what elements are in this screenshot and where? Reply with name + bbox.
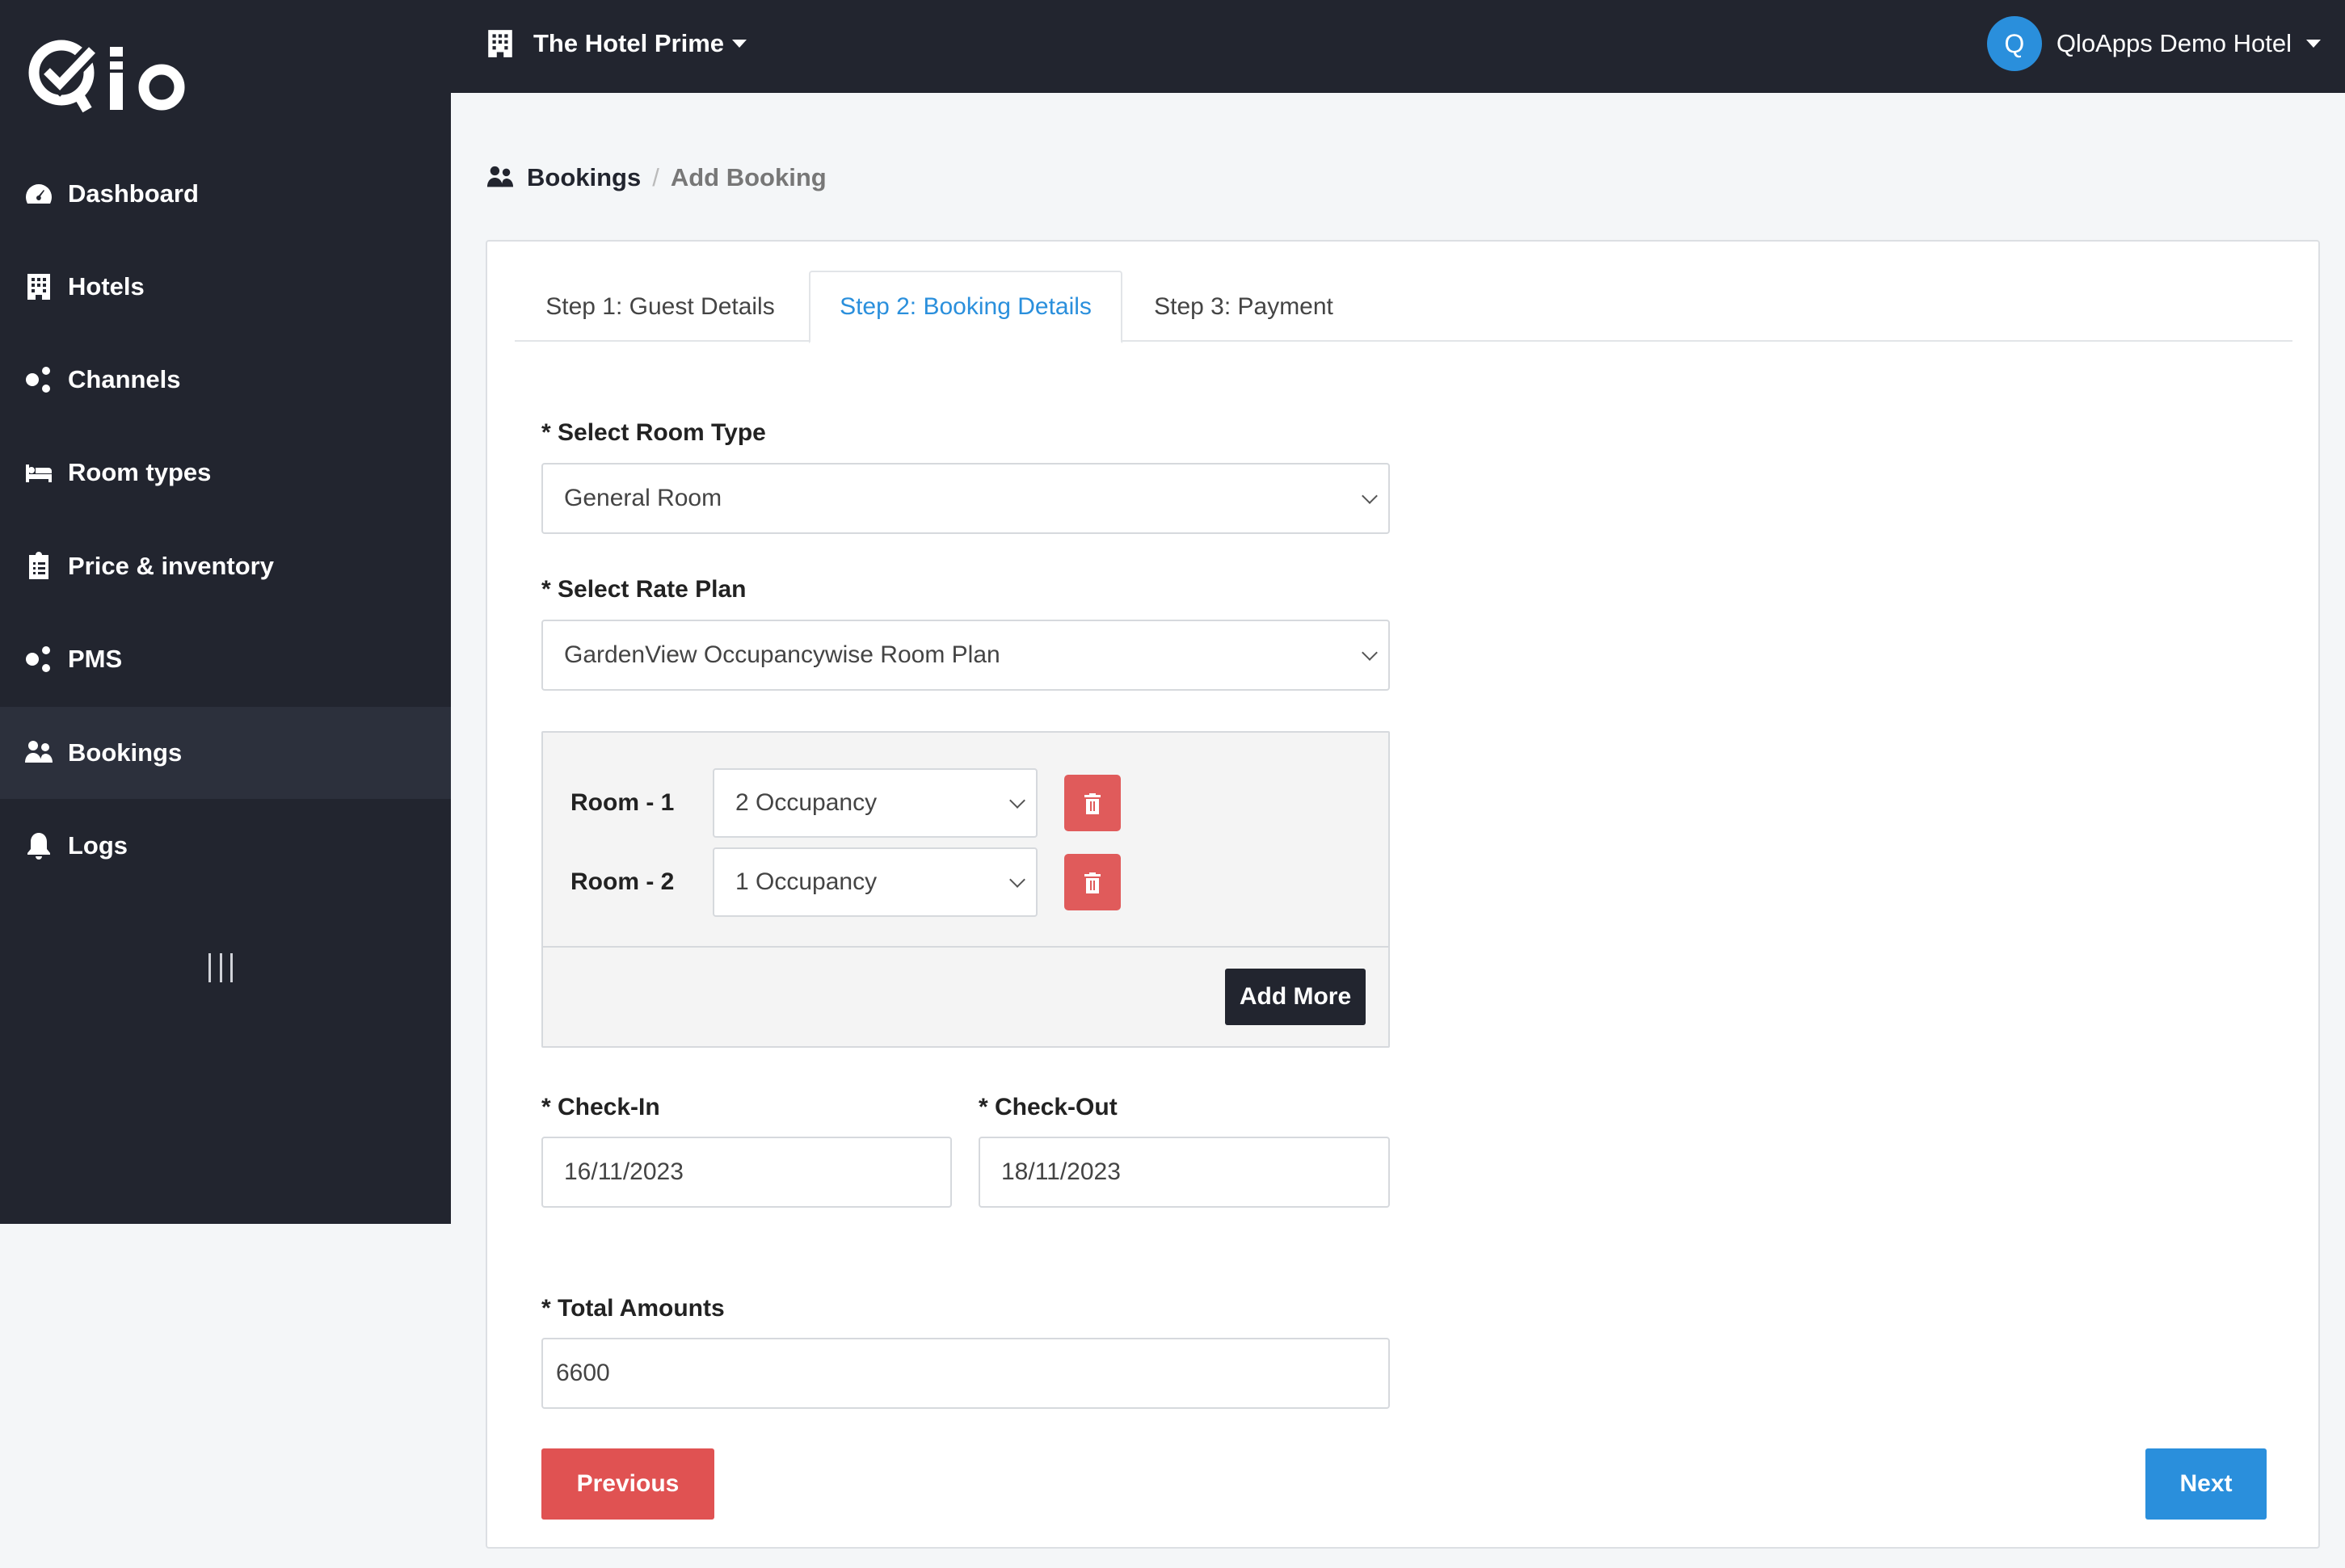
room-type-select[interactable]: General Room bbox=[541, 463, 1390, 534]
check-in-value: 16/11/2023 bbox=[564, 1158, 684, 1185]
room-2-label: Room - 2 bbox=[570, 868, 675, 895]
breadcrumb-current: Add Booking bbox=[670, 163, 827, 191]
room-1-occupancy-select[interactable]: 2 Occupancy bbox=[713, 768, 1038, 838]
clipboard-list-icon bbox=[23, 550, 55, 582]
sidebar-item-dashboard[interactable]: Dashboard bbox=[0, 148, 451, 240]
trash-icon bbox=[1084, 793, 1101, 814]
avatar: Q bbox=[1986, 16, 2042, 71]
rooms-panel: Room - 1 2 Occupancy Room - 2 1 Occupanc… bbox=[541, 731, 1390, 1048]
chevron-down-icon bbox=[1362, 488, 1378, 504]
room-1-occupancy-value: 2 Occupancy bbox=[735, 789, 878, 816]
room-type-value: General Room bbox=[564, 485, 722, 511]
sidebar-item-label: Room types bbox=[68, 458, 212, 486]
check-out-value: 18/11/2023 bbox=[1001, 1158, 1121, 1185]
pms-dots-icon bbox=[23, 643, 55, 675]
room-2-occupancy-select[interactable]: 1 Occupancy bbox=[713, 847, 1038, 917]
sidebar-item-label: Logs bbox=[68, 831, 128, 860]
chevron-down-icon bbox=[1362, 645, 1378, 661]
sidebar-item-label: PMS bbox=[68, 645, 123, 673]
sidebar-item-price-inventory[interactable]: Price & inventory bbox=[0, 520, 451, 612]
bell-icon bbox=[23, 830, 55, 862]
sidebar: Dashboard Hotels Channels Room types Pri… bbox=[0, 0, 451, 1224]
total-amount-label: * Total Amounts bbox=[541, 1295, 725, 1322]
bed-icon bbox=[23, 456, 55, 489]
user-name: QloApps Demo Hotel bbox=[2056, 29, 2292, 57]
breadcrumb: Bookings / Add Booking bbox=[485, 158, 827, 198]
sidebar-item-room-types[interactable]: Room types bbox=[0, 427, 451, 519]
room-1-label: Room - 1 bbox=[570, 789, 675, 816]
sidebar-item-hotels[interactable]: Hotels bbox=[0, 241, 451, 333]
hotel-name: The Hotel Prime bbox=[533, 29, 724, 57]
user-menu[interactable]: Q QloApps Demo Hotel bbox=[1986, 16, 2321, 71]
divider bbox=[543, 946, 1388, 948]
collapse-bars-icon[interactable] bbox=[208, 953, 233, 982]
hotel-switcher[interactable]: The Hotel Prime bbox=[485, 21, 747, 66]
breadcrumb-separator: / bbox=[652, 163, 659, 191]
room-2-occupancy-value: 1 Occupancy bbox=[735, 868, 878, 895]
room-2-delete-button[interactable] bbox=[1064, 854, 1121, 910]
room-1-delete-button[interactable] bbox=[1064, 775, 1121, 831]
sidebar-item-pms[interactable]: PMS bbox=[0, 613, 451, 705]
rate-plan-label: * Select Rate Plan bbox=[541, 576, 747, 603]
rate-plan-value: GardenView Occupancywise Room Plan bbox=[564, 641, 1000, 668]
channels-dots-icon bbox=[23, 364, 55, 396]
users-icon bbox=[486, 166, 514, 187]
sidebar-item-label: Channels bbox=[68, 365, 181, 393]
building-icon bbox=[23, 271, 55, 303]
sidebar-item-logs[interactable]: Logs bbox=[0, 800, 451, 892]
next-button[interactable]: Next bbox=[2145, 1448, 2267, 1520]
sidebar-item-label: Bookings bbox=[68, 738, 183, 767]
breadcrumb-bookings-link[interactable]: Bookings bbox=[527, 163, 641, 192]
total-amount-field[interactable]: 6600 bbox=[541, 1338, 1390, 1409]
chevron-down-icon bbox=[1009, 872, 1025, 888]
dashboard-gauge-icon bbox=[23, 178, 55, 210]
tab-guest-details[interactable]: Step 1: Guest Details bbox=[515, 271, 806, 343]
add-more-button[interactable]: Add More bbox=[1225, 969, 1366, 1025]
sidebar-item-label: Hotels bbox=[68, 272, 145, 301]
caret-down-icon bbox=[2306, 40, 2321, 48]
qlo-logo[interactable] bbox=[23, 29, 200, 118]
sidebar-item-channels[interactable]: Channels bbox=[0, 334, 451, 426]
check-in-field[interactable]: 16/11/2023 bbox=[541, 1137, 952, 1208]
chevron-down-icon bbox=[1009, 792, 1025, 809]
total-amount-value: 6600 bbox=[556, 1360, 610, 1386]
building-icon bbox=[488, 30, 512, 57]
caret-down-icon bbox=[732, 40, 747, 48]
room-type-label: * Select Room Type bbox=[541, 419, 766, 446]
sidebar-item-label: Dashboard bbox=[68, 179, 199, 208]
tab-payment[interactable]: Step 3: Payment bbox=[1122, 271, 1365, 343]
sidebar-item-bookings[interactable]: Bookings bbox=[0, 707, 451, 799]
tab-booking-details[interactable]: Step 2: Booking Details bbox=[809, 271, 1122, 343]
top-bar: The Hotel Prime Q QloApps Demo Hotel bbox=[451, 0, 2345, 93]
booking-card: Step 1: Guest Details Step 2: Booking De… bbox=[486, 240, 2320, 1549]
check-in-label: * Check-In bbox=[541, 1094, 660, 1120]
trash-icon bbox=[1084, 872, 1101, 893]
rate-plan-select[interactable]: GardenView Occupancywise Room Plan bbox=[541, 620, 1390, 691]
users-icon bbox=[23, 737, 55, 769]
previous-button[interactable]: Previous bbox=[541, 1448, 714, 1520]
check-out-label: * Check-Out bbox=[979, 1094, 1118, 1120]
check-out-field[interactable]: 18/11/2023 bbox=[979, 1137, 1390, 1208]
step-tabs: Step 1: Guest Details Step 2: Booking De… bbox=[515, 271, 2292, 343]
sidebar-item-label: Price & inventory bbox=[68, 552, 274, 580]
